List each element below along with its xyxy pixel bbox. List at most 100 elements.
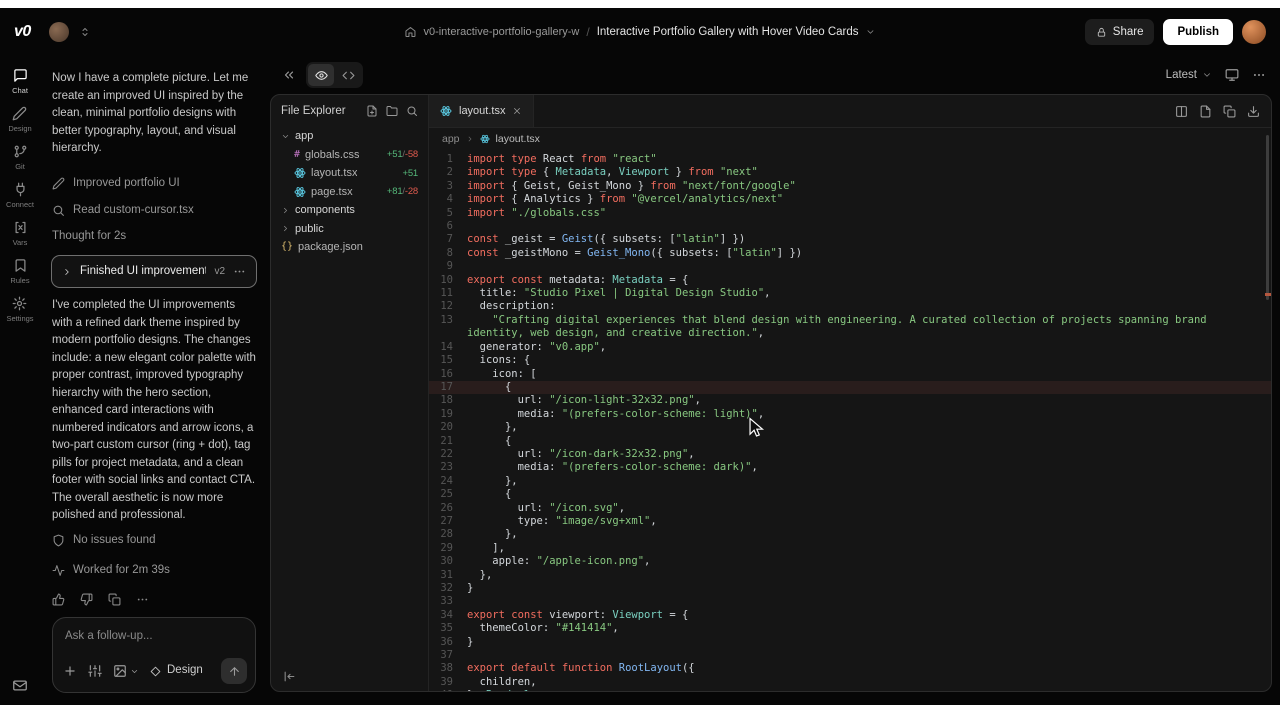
code-line[interactable]: 4import { Analytics } from "@vercel/anal… bbox=[429, 193, 1271, 206]
breadcrumb-root[interactable]: app bbox=[442, 133, 460, 145]
code-line[interactable]: 24 }, bbox=[429, 475, 1271, 488]
code-line[interactable]: 18 url: "/icon-light-32x32.png", bbox=[429, 394, 1271, 407]
project-chevron-icon[interactable] bbox=[866, 27, 876, 37]
workspace-switcher-icon[interactable] bbox=[79, 26, 91, 38]
more-options-icon[interactable] bbox=[233, 265, 246, 278]
tree-item-public[interactable]: public bbox=[277, 220, 422, 239]
settings-sliders-icon[interactable] bbox=[88, 664, 102, 678]
new-file-icon[interactable] bbox=[366, 105, 378, 117]
share-button[interactable]: Share bbox=[1085, 19, 1155, 45]
project-home-icon[interactable] bbox=[404, 26, 416, 38]
project-slug[interactable]: v0-interactive-portfolio-gallery-w bbox=[423, 26, 579, 38]
code-line[interactable]: 40}: Readonly< bbox=[429, 689, 1271, 691]
code-line[interactable]: 19 media: "(prefers-color-scheme: light)… bbox=[429, 408, 1271, 421]
sidebar-item-vars[interactable]: Vars bbox=[13, 220, 28, 247]
main-more-icon[interactable] bbox=[1252, 68, 1266, 82]
device-preview-icon[interactable] bbox=[1225, 68, 1239, 82]
tree-item-layout-tsx[interactable]: layout.tsx+51 bbox=[277, 164, 422, 183]
code-line[interactable]: 15 icons: { bbox=[429, 354, 1271, 367]
sidebar-item-design[interactable]: Design bbox=[8, 106, 31, 133]
attach-plus-icon[interactable] bbox=[63, 664, 77, 678]
version-selector[interactable]: Latest bbox=[1166, 69, 1212, 81]
code-line[interactable]: 26 url: "/icon.svg", bbox=[429, 502, 1271, 515]
new-folder-icon[interactable] bbox=[386, 105, 398, 117]
project-title[interactable]: Interactive Portfolio Gallery with Hover… bbox=[597, 26, 859, 38]
code-line[interactable]: 39 children, bbox=[429, 676, 1271, 689]
split-editor-icon[interactable] bbox=[1175, 105, 1188, 118]
code-line[interactable]: 29 ], bbox=[429, 542, 1271, 555]
code-line[interactable]: 8const _geistMono = Geist_Mono({ subsets… bbox=[429, 247, 1271, 260]
code-line[interactable]: 37 bbox=[429, 649, 1271, 662]
code-line[interactable]: 16 icon: [ bbox=[429, 368, 1271, 381]
code-line[interactable]: 14 generator: "v0.app", bbox=[429, 341, 1271, 354]
code-line[interactable]: 13 "Crafting digital experiences that bl… bbox=[429, 314, 1271, 341]
code-line[interactable]: 38export default function RootLayout({ bbox=[429, 662, 1271, 675]
code-line[interactable]: 3import { Geist, Geist_Mono } from "next… bbox=[429, 180, 1271, 193]
download-icon[interactable] bbox=[1247, 105, 1260, 118]
tree-item-page-tsx[interactable]: page.tsx+81/-28 bbox=[277, 183, 422, 202]
code-line[interactable]: 22 url: "/icon-dark-32x32.png", bbox=[429, 448, 1271, 461]
code-line[interactable]: 1import type React from "react" bbox=[429, 153, 1271, 166]
code-line[interactable]: 7const _geist = Geist({ subsets: ["latin… bbox=[429, 233, 1271, 246]
code-line[interactable]: 21 { bbox=[429, 435, 1271, 448]
worked-duration-row[interactable]: Worked for 2m 39s bbox=[52, 557, 256, 585]
chat-step[interactable]: Improved portfolio UI bbox=[52, 171, 256, 198]
message-more-icon[interactable] bbox=[136, 593, 149, 606]
send-button[interactable] bbox=[221, 658, 247, 684]
breadcrumb-file[interactable]: layout.tsx bbox=[496, 133, 540, 145]
user-avatar[interactable] bbox=[1242, 20, 1266, 44]
chat-step[interactable]: Read custom-cursor.tsx bbox=[52, 197, 256, 224]
mail-icon[interactable] bbox=[13, 678, 28, 693]
tab-layout-tsx[interactable]: layout.tsx bbox=[429, 95, 534, 127]
preview-toggle-button[interactable] bbox=[308, 64, 334, 86]
sidebar-item-git[interactable]: Git bbox=[13, 144, 28, 171]
code-line[interactable]: 20 }, bbox=[429, 421, 1271, 434]
file-diff-icon[interactable] bbox=[1199, 105, 1212, 118]
chat-input[interactable]: Ask a follow-up... Design bbox=[52, 617, 256, 693]
sidebar-item-connect[interactable]: Connect bbox=[6, 182, 34, 209]
workspace-avatar[interactable] bbox=[49, 22, 69, 42]
tree-item-components[interactable]: components bbox=[277, 201, 422, 220]
code-line[interactable]: 10export const metadata: Metadata = { bbox=[429, 274, 1271, 287]
code-scrollbar[interactable] bbox=[1266, 135, 1269, 300]
code-line[interactable]: 27 type: "image/svg+xml", bbox=[429, 515, 1271, 528]
design-mode-button[interactable]: Design bbox=[150, 662, 203, 680]
collapse-chat-icon[interactable] bbox=[282, 68, 296, 82]
code-line[interactable]: 33 bbox=[429, 595, 1271, 608]
media-picker[interactable] bbox=[113, 664, 139, 678]
tree-item-globals-css[interactable]: #globals.css+51/-58 bbox=[277, 146, 422, 165]
code-line[interactable]: 34export const viewport: Viewport = { bbox=[429, 609, 1271, 622]
tree-item-app[interactable]: app bbox=[277, 127, 422, 146]
chat-step[interactable]: Thought for 2s bbox=[52, 224, 256, 251]
code-line[interactable]: 17 { bbox=[429, 381, 1271, 394]
v0-logo[interactable]: v0 bbox=[14, 23, 31, 41]
code-line[interactable]: 12 description: bbox=[429, 300, 1271, 313]
code-line[interactable]: 6 bbox=[429, 220, 1271, 233]
code-line[interactable]: 2import type { Metadata, Viewport } from… bbox=[429, 166, 1271, 179]
code-line[interactable]: 31 }, bbox=[429, 569, 1271, 582]
no-issues-row[interactable]: No issues found bbox=[52, 527, 256, 555]
close-tab-icon[interactable] bbox=[512, 106, 522, 116]
sidebar-item-rules[interactable]: Rules bbox=[10, 258, 29, 285]
copy-file-icon[interactable] bbox=[1223, 105, 1236, 118]
search-icon[interactable] bbox=[406, 105, 418, 117]
sidebar-item-chat[interactable]: Chat bbox=[12, 68, 28, 95]
code-line[interactable]: 28 }, bbox=[429, 528, 1271, 541]
code-line[interactable]: 23 media: "(prefers-color-scheme: dark)"… bbox=[429, 461, 1271, 474]
thumbs-up-icon[interactable] bbox=[52, 593, 65, 606]
code-line[interactable]: 35 themeColor: "#141414", bbox=[429, 622, 1271, 635]
task-card-finished-ui-improvements[interactable]: Finished UI improvements v2 bbox=[52, 256, 256, 287]
code-line[interactable]: 25 { bbox=[429, 488, 1271, 501]
code-line[interactable]: 5import "./globals.css" bbox=[429, 207, 1271, 220]
code-toggle-button[interactable] bbox=[335, 64, 361, 86]
code-line[interactable]: 9 bbox=[429, 260, 1271, 273]
code-line[interactable]: 30 apple: "/apple-icon.png", bbox=[429, 555, 1271, 568]
sidebar-item-settings[interactable]: Settings bbox=[6, 296, 33, 323]
code-line[interactable]: 11 title: "Studio Pixel | Digital Design… bbox=[429, 287, 1271, 300]
thumbs-down-icon[interactable] bbox=[80, 593, 93, 606]
code-line[interactable]: 32} bbox=[429, 582, 1271, 595]
collapse-explorer-icon[interactable] bbox=[283, 670, 296, 683]
copy-icon[interactable] bbox=[108, 593, 121, 606]
tree-item-package-json[interactable]: {}package.json bbox=[277, 238, 422, 257]
code-line[interactable]: 36} bbox=[429, 636, 1271, 649]
